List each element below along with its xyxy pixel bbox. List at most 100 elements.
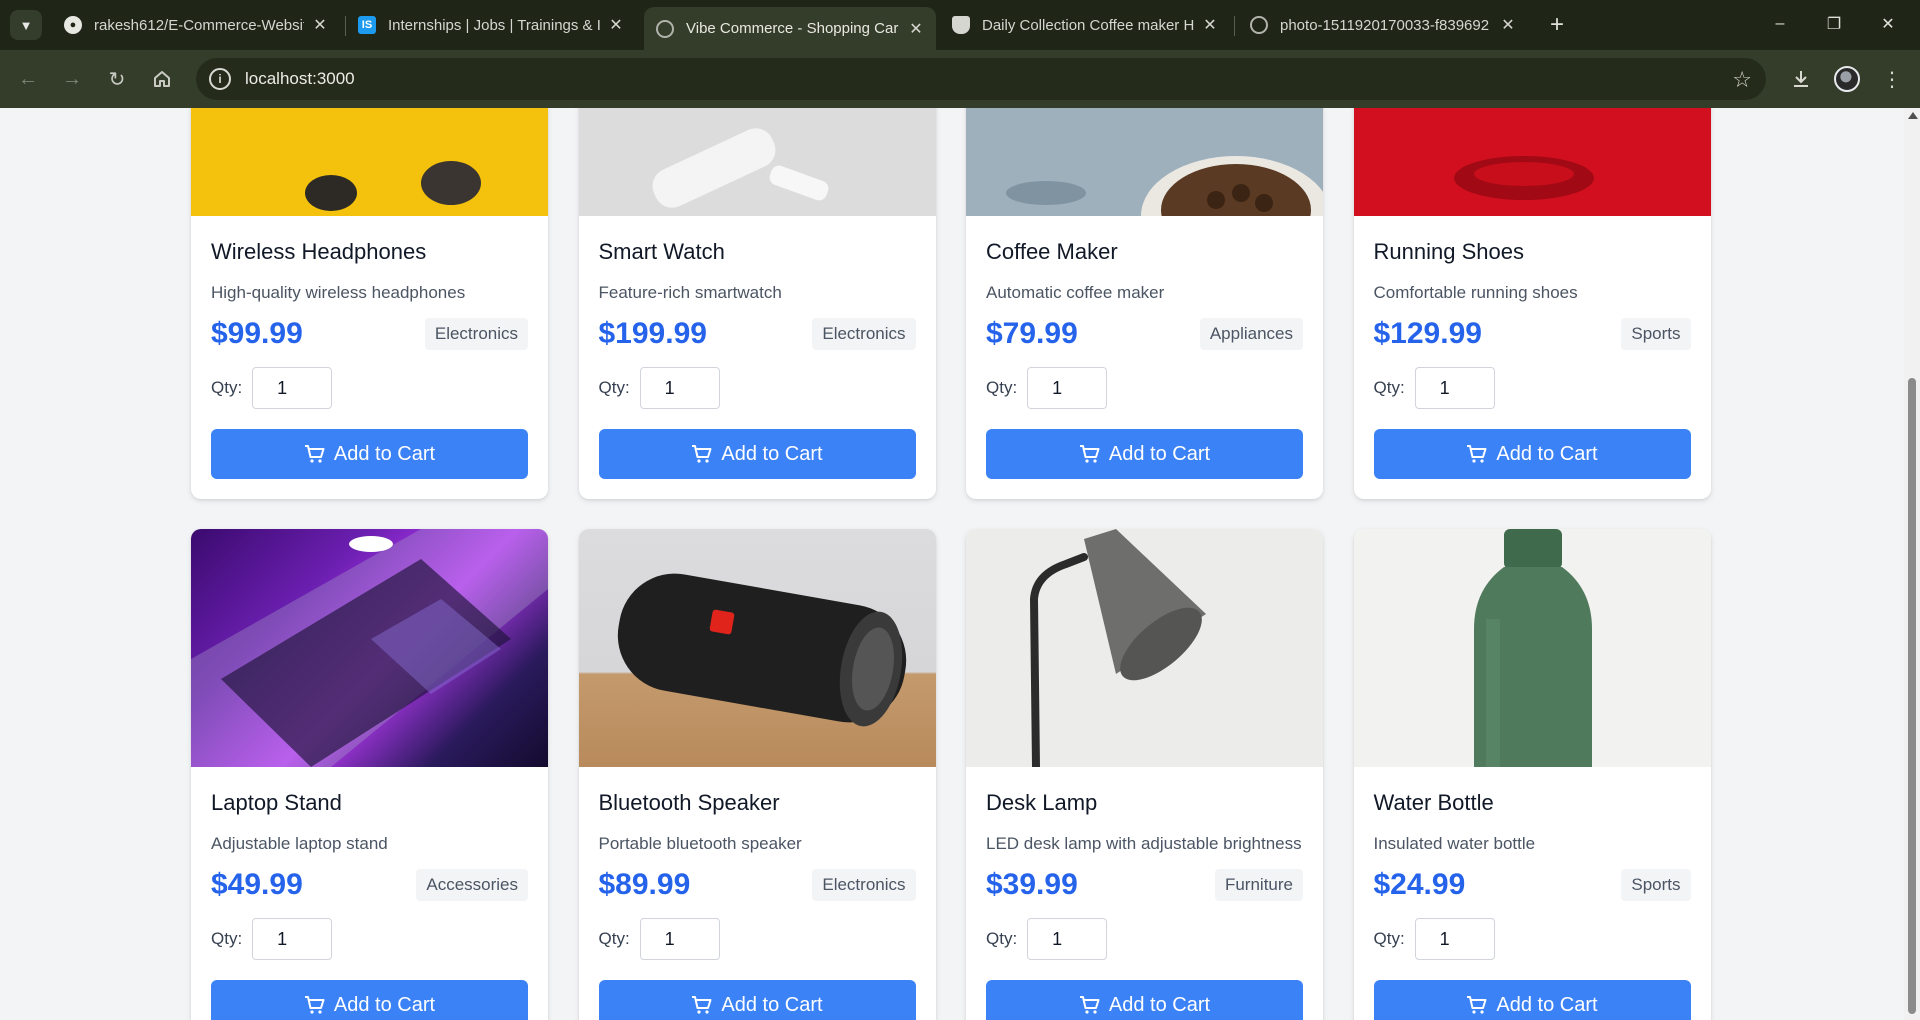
tab-title: Daily Collection Coffee maker H [982,16,1194,34]
quantity-input[interactable] [639,918,720,960]
add-to-cart-button[interactable]: Add to Cart [211,429,528,479]
category-badge: Sports [1621,869,1691,901]
category-badge: Electronics [812,318,916,350]
close-icon[interactable]: ✕ [606,15,626,35]
product-card: Running Shoes Comfortable running shoes … [1353,108,1711,499]
add-to-cart-button[interactable]: Add to Cart [598,429,916,479]
product-image [191,108,548,216]
download-icon [1794,71,1808,87]
close-icon[interactable]: ✕ [1498,15,1518,35]
add-to-cart-button[interactable]: Add to Cart [1373,980,1691,1020]
cart-icon [692,445,712,463]
scroll-up-arrow-icon[interactable] [1908,112,1918,119]
qty-label: Qty: [598,929,630,948]
url-text: localhost:3000 [245,69,355,88]
button-label: Add to Cart [721,993,823,1016]
product-price: $129.99 [1373,317,1482,350]
quantity-input[interactable] [639,367,720,409]
forward-button[interactable]: → [56,63,88,95]
quantity-input[interactable] [1414,918,1495,960]
browser-toolbar: ← → ↻ i localhost:3000 ☆ ⋮ [0,50,1920,108]
add-to-cart-button[interactable]: Add to Cart [986,980,1303,1020]
category-badge: Electronics [812,869,916,901]
qty-label: Qty: [211,929,243,948]
tab-title: Vibe Commerce - Shopping Car [686,20,899,37]
add-to-cart-button[interactable]: Add to Cart [211,980,528,1020]
tab-internshala[interactable]: IS Internships | Jobs | Trainings & I ✕ [346,7,636,43]
tab-search-button[interactable]: ▼ [10,10,42,40]
speaker-image [617,573,906,727]
product-card: Laptop Stand Adjustable laptop stand $49… [191,529,548,1020]
quantity-input[interactable] [1027,367,1108,409]
page-scrollbar[interactable] [1904,108,1920,1020]
back-button[interactable]: ← [12,63,44,95]
star-icon[interactable]: ☆ [1732,67,1752,93]
plus-icon: + [1549,11,1564,38]
cart-icon [1079,996,1100,1014]
tab-coffee-maker[interactable]: Daily Collection Coffee maker H ✕ [940,7,1230,43]
button-label: Add to Cart [1496,993,1598,1016]
cart-icon [304,445,325,463]
laptop-image [191,529,548,767]
browser-menu-button[interactable]: ⋮ [1877,64,1907,94]
close-icon: ✕ [1881,16,1895,33]
avatar[interactable] [1834,66,1860,92]
site-info-icon[interactable]: i [209,68,231,90]
downloads-button[interactable] [1786,64,1816,94]
reload-icon: ↻ [108,68,126,91]
add-to-cart-button[interactable]: Add to Cart [1373,429,1691,479]
button-label: Add to Cart [1108,993,1211,1016]
cart-icon [1467,996,1487,1014]
more-vertical-icon: ⋮ [1882,68,1902,91]
new-tab-button[interactable]: + [1542,10,1572,40]
restore-icon: ❐ [1826,16,1842,33]
add-to-cart-button[interactable]: Add to Cart [598,980,916,1020]
quantity-input[interactable] [1414,367,1495,409]
tab-photo[interactable]: photo-1511920170033-f839692 ✕ [1238,7,1528,43]
tab-github[interactable]: ● rakesh612/E-Commerce-Websit ✕ [52,7,340,43]
product-image [966,529,1323,767]
close-window-button[interactable]: ✕ [1865,8,1911,40]
close-icon[interactable]: ✕ [1200,15,1220,35]
button-label: Add to Cart [333,993,436,1016]
product-card: Bluetooth Speaker Portable bluetooth spe… [578,529,936,1020]
coffee-image [1006,156,1323,216]
category-badge: Sports [1621,318,1691,350]
arrow-right-icon: → [62,67,82,90]
product-price: $99.99 [211,317,303,350]
qty-label: Qty: [211,378,243,397]
product-name: Coffee Maker [986,239,1118,264]
product-image [1353,529,1711,767]
restore-button[interactable]: ❐ [1811,8,1857,40]
globe-icon [1250,16,1268,34]
home-icon [154,71,170,87]
product-description: High-quality wireless headphones [211,283,466,302]
tab-title: Internships | Jobs | Trainings & I [388,16,600,34]
product-card: Coffee Maker Automatic coffee maker $79.… [966,108,1323,499]
quantity-input[interactable] [252,367,333,409]
quantity-input[interactable] [1027,918,1108,960]
shield-icon [952,16,970,34]
lamp-image [1029,529,1206,767]
product-card: Wireless Headphones High-quality wireles… [191,108,548,499]
page-viewport: Wireless Headphones High-quality wireles… [0,108,1904,1020]
minimize-button[interactable]: – [1757,8,1803,40]
qty-label: Qty: [1373,378,1405,397]
product-description: Feature-rich smartwatch [598,283,782,302]
product-card: Desk Lamp LED desk lamp with adjustable … [966,529,1323,1020]
chevron-down-icon: ▼ [19,17,33,33]
home-button[interactable] [146,63,178,95]
cart-icon [1079,445,1100,463]
product-description: LED desk lamp with adjustable brightness [986,834,1302,853]
tab-title: photo-1511920170033-f839692 [1280,16,1490,34]
reload-button[interactable]: ↻ [101,63,133,95]
scrollbar-thumb[interactable] [1908,378,1916,1014]
tab-title: rakesh612/E-Commerce-Websit [94,16,304,34]
tab-vibe-commerce[interactable]: Vibe Commerce - Shopping Car ✕ [644,7,936,50]
product-image [578,108,936,216]
add-to-cart-button[interactable]: Add to Cart [986,429,1303,479]
close-icon[interactable]: ✕ [310,15,330,35]
address-bar[interactable]: i localhost:3000 ☆ [196,58,1766,100]
quantity-input[interactable] [252,918,333,960]
close-icon[interactable]: ✕ [906,19,926,39]
